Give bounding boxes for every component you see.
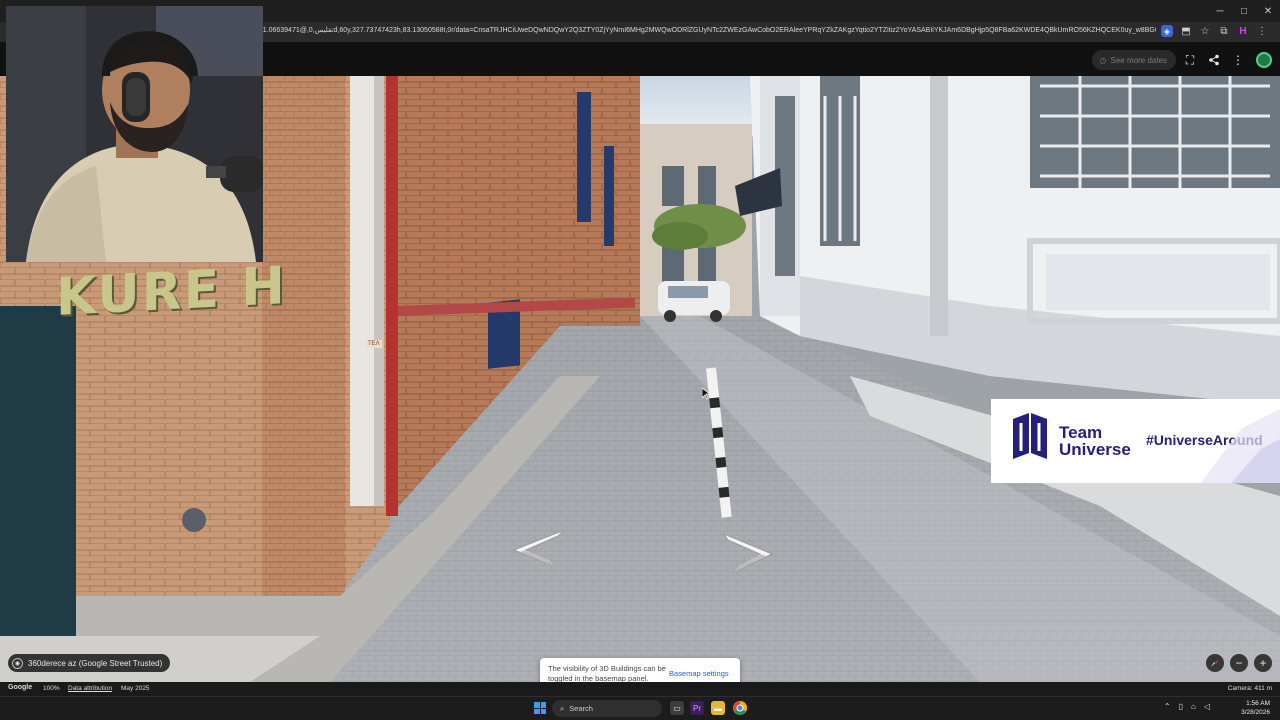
chrome-app-icon[interactable] xyxy=(733,701,747,715)
bookmark-star-icon[interactable]: ☆ xyxy=(1199,25,1211,37)
maps-footer: Google 100% Data attribution May 2025 Ca… xyxy=(0,682,1280,696)
map-controls: − + xyxy=(1206,654,1272,672)
battery-icon[interactable]: ▯ xyxy=(1179,702,1183,711)
clock-time: 1:56 AM xyxy=(1246,700,1270,707)
more-options-icon[interactable]: ⋮ xyxy=(1230,52,1246,68)
compass-button[interactable] xyxy=(1206,654,1224,672)
screen: { "browser": { "url": "111.06639471@,تفل… xyxy=(0,0,1280,720)
mouse-cursor-icon xyxy=(702,388,710,400)
maximize-button[interactable]: □ xyxy=(1232,0,1256,22)
address-bar[interactable]: 111.06639471@,تفليس,0d,60y,327.73747423h… xyxy=(256,26,1156,34)
streamer-webcam-image xyxy=(6,6,263,262)
banner-team-name: Team Universe xyxy=(1059,423,1131,459)
fullscreen-icon[interactable]: ⛶ xyxy=(1182,52,1198,68)
system-tray: ⌃ ▯ ⌂ ◁ xyxy=(1164,702,1210,711)
taskbar-clock[interactable]: 1:56 AM 3/28/2026 xyxy=(1241,700,1270,717)
account-avatar[interactable] xyxy=(1256,52,1272,68)
see-more-dates-label: See more dates xyxy=(1110,55,1167,65)
install-app-icon[interactable]: ⬒ xyxy=(1180,25,1192,37)
clock-date: 3/28/2026 xyxy=(1241,708,1270,716)
minus-icon: − xyxy=(1235,656,1243,670)
zoom-in-button[interactable]: + xyxy=(1254,654,1272,672)
webcam-overlay xyxy=(6,6,263,262)
see-more-dates-button[interactable]: ◷ See more dates xyxy=(1091,50,1176,70)
taskbar-search[interactable]: ⌕ Search xyxy=(552,700,662,717)
imagery-date: May 2025 xyxy=(121,685,150,692)
extension-icon[interactable]: ◈ xyxy=(1161,25,1173,37)
search-icon: ⌕ xyxy=(560,703,565,713)
photographer-name: 360derece az (Google Street Trusted) xyxy=(28,658,163,668)
zoom-level: 100% xyxy=(43,685,60,692)
profile-icon[interactable]: H xyxy=(1237,25,1249,37)
history-icon: ◷ xyxy=(1099,55,1107,65)
taskbar-search-label: Search xyxy=(569,704,593,713)
arrow-left-icon xyxy=(512,529,565,568)
navigate-forward-arrow[interactable] xyxy=(716,530,778,576)
basemap-settings-link[interactable]: Basemap settings xyxy=(669,669,729,678)
share-icon[interactable] xyxy=(1206,52,1222,68)
network-icon[interactable]: ⌂ xyxy=(1191,702,1196,711)
zoom-out-button[interactable]: − xyxy=(1230,654,1248,672)
premiere-app-icon[interactable]: Pr xyxy=(690,701,704,715)
camera-icon: ◉ xyxy=(12,657,23,669)
navigate-back-arrow[interactable] xyxy=(506,526,568,570)
volume-icon[interactable]: ◁ xyxy=(1204,702,1210,711)
close-button[interactable]: ✕ xyxy=(1256,0,1280,22)
toast-message: The visibility of 3D Buildings can be to… xyxy=(548,664,666,683)
compass-icon xyxy=(1211,659,1219,667)
plus-icon: + xyxy=(1259,656,1267,670)
photographer-attribution[interactable]: ◉ 360derece az (Google Street Trusted) xyxy=(8,654,171,672)
camera-altitude: Camera: 411 m xyxy=(1227,685,1272,692)
wall-plaque: ΤΕΛ xyxy=(366,340,382,348)
minimize-button[interactable]: ─ xyxy=(1208,0,1232,22)
google-brand: Google xyxy=(8,684,33,691)
arrow-right-icon xyxy=(722,532,774,574)
windows-start-icon[interactable] xyxy=(534,702,546,714)
browser-menu-icon[interactable]: ⋮ xyxy=(1256,25,1268,37)
shop-sign: KURE H xyxy=(56,255,287,329)
task-view-icon[interactable]: ▭ xyxy=(670,701,684,715)
team-universe-banner: Team Universe #UniverseAround xyxy=(991,399,1280,483)
windows-taskbar: ⌕ Search ▭ Pr ▬ ⌃ ▯ ⌂ ◁ 1:56 AM 3/28/202… xyxy=(0,696,1280,720)
toolbar-icons: ◈ ⬒ ☆ ⧉ H ⋮ xyxy=(1161,25,1268,37)
team-universe-logo-icon xyxy=(1013,413,1047,459)
banner-decoration xyxy=(1201,409,1280,483)
window-controls: ─ □ ✕ xyxy=(1208,0,1280,22)
extensions-puzzle-icon[interactable]: ⧉ xyxy=(1218,25,1230,37)
data-attribution-link[interactable]: Data attribution xyxy=(68,685,112,692)
file-explorer-icon[interactable]: ▬ xyxy=(711,701,725,715)
tray-chevron-icon[interactable]: ⌃ xyxy=(1164,702,1171,711)
